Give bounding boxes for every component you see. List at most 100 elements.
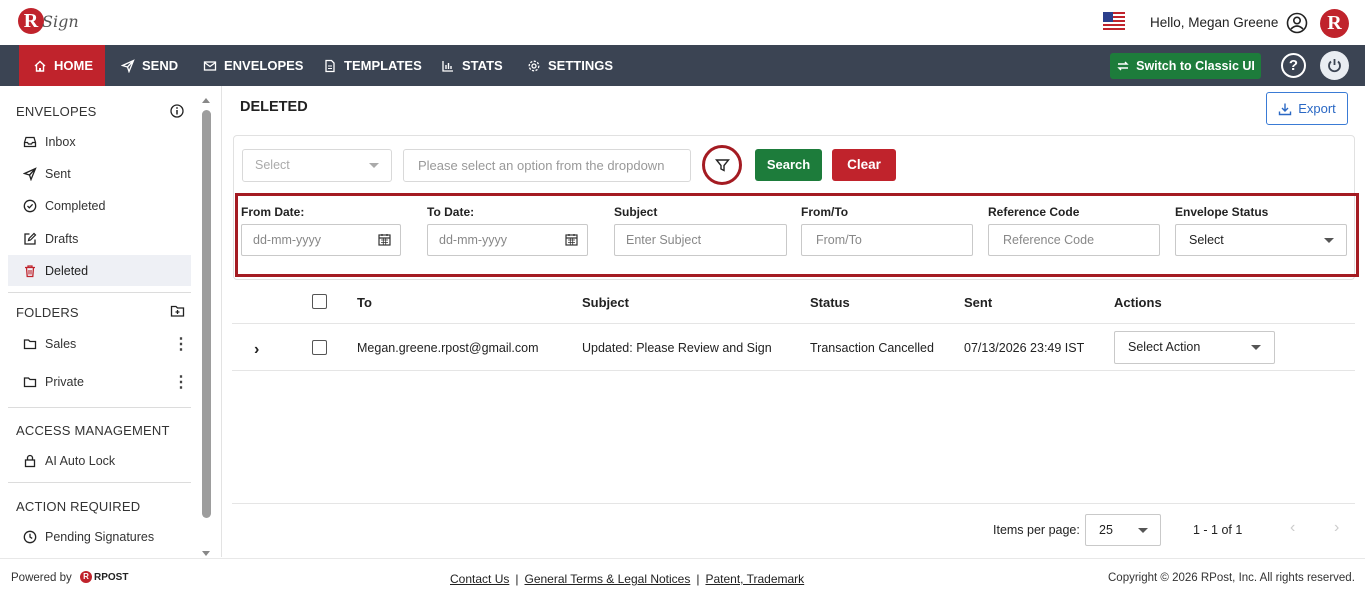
- help-icon[interactable]: ?: [1281, 53, 1306, 78]
- footer-links: Contact Us | General Terms & Legal Notices…: [450, 572, 804, 586]
- rpost-logo-mark: R: [80, 571, 92, 583]
- sidebar-scrollbar[interactable]: [202, 110, 211, 518]
- check-circle-icon: [23, 199, 37, 212]
- column-header-actions: Actions: [1114, 295, 1162, 310]
- scroll-up-icon[interactable]: [201, 96, 211, 104]
- inbox-icon: [23, 136, 37, 147]
- from-date-placeholder: dd-mm-yyyy: [253, 233, 322, 247]
- row-subject: Updated: Please Review and Sign: [582, 341, 772, 355]
- column-header-sent[interactable]: Sent: [964, 295, 992, 310]
- rpost-logo-text: RPOST: [94, 571, 129, 583]
- calendar-icon[interactable]: [565, 233, 578, 246]
- filter-toggle-button[interactable]: [702, 145, 742, 185]
- footer-separator: |: [696, 572, 700, 586]
- clear-button[interactable]: Clear: [832, 149, 896, 181]
- sidebar-item-completed[interactable]: Completed: [8, 190, 191, 221]
- nav-home-label: HOME: [54, 58, 93, 73]
- power-icon[interactable]: [1320, 51, 1349, 80]
- reference-code-placeholder: Reference Code: [1003, 233, 1095, 247]
- nav-envelopes[interactable]: ENVELOPES: [203, 45, 303, 86]
- from-to-field[interactable]: From/To: [801, 224, 973, 256]
- sidebar-item-deleted[interactable]: Deleted: [8, 255, 191, 286]
- column-header-status[interactable]: Status: [810, 295, 850, 310]
- terms-link[interactable]: General Terms & Legal Notices: [524, 572, 690, 586]
- search-input[interactable]: Please select an option from the dropdow…: [403, 149, 691, 182]
- chevron-down-icon: [1251, 345, 1261, 350]
- row-action-select[interactable]: Select Action: [1114, 331, 1275, 364]
- items-per-page-label: Items per page:: [993, 523, 1080, 537]
- envelope-status-value: Select: [1189, 233, 1224, 247]
- items-per-page-select[interactable]: 25: [1085, 514, 1161, 546]
- home-icon: [34, 60, 46, 72]
- envelope-status-label: Envelope Status: [1175, 205, 1269, 219]
- row-checkbox[interactable]: [312, 340, 327, 355]
- clock-icon: [23, 530, 37, 543]
- switch-classic-ui-button[interactable]: Switch to Classic UI: [1110, 53, 1261, 79]
- reference-code-field[interactable]: Reference Code: [988, 224, 1160, 256]
- download-icon: [1279, 103, 1292, 115]
- sidebar-action-title: ACTION REQUIRED: [16, 499, 141, 514]
- from-to-label: From/To: [801, 205, 849, 219]
- search-field-select[interactable]: Select: [242, 149, 392, 182]
- expand-row-chevron-icon[interactable]: ›: [254, 341, 259, 359]
- scroll-down-icon[interactable]: [201, 550, 211, 558]
- from-date-label: From Date:: [241, 205, 305, 219]
- from-date-field[interactable]: dd-mm-yyyy: [241, 224, 401, 256]
- brand-avatar[interactable]: R: [1320, 9, 1349, 38]
- pager-range: 1 - 1 of 1: [1193, 523, 1243, 537]
- pager-divider: [232, 503, 1355, 504]
- user-profile-icon[interactable]: [1286, 12, 1308, 34]
- previous-page-icon[interactable]: ‹: [1290, 519, 1295, 537]
- sidebar-item-sales[interactable]: Sales: [8, 328, 191, 359]
- nav-settings-label: SETTINGS: [548, 58, 614, 73]
- calendar-icon[interactable]: [378, 233, 391, 246]
- search-field-select-value: Select: [255, 158, 290, 172]
- uk-flag-icon[interactable]: [1103, 12, 1125, 32]
- nav-stats[interactable]: STATS: [441, 45, 503, 86]
- sidebar-item-pending-signatures[interactable]: Pending Signatures: [8, 521, 191, 552]
- powered-by-label: Powered by: [11, 572, 72, 584]
- sidebar-item-label: Drafts: [45, 231, 79, 246]
- nav-send[interactable]: SEND: [121, 45, 178, 86]
- sales-more-icon[interactable]: ⋮: [173, 334, 189, 354]
- send-icon: [121, 58, 135, 73]
- sidebar-item-label: Sent: [45, 166, 71, 181]
- envelope-status-select[interactable]: Select: [1175, 224, 1347, 256]
- next-page-icon[interactable]: ›: [1334, 519, 1339, 537]
- patent-trademark-link[interactable]: Patent, Trademark: [705, 572, 804, 586]
- search-button[interactable]: Search: [755, 149, 822, 181]
- nav-envelopes-label: ENVELOPES: [224, 58, 304, 73]
- nav-settings[interactable]: SETTINGS: [527, 45, 613, 86]
- row-sent: 07/13/2026 23:49 IST: [964, 341, 1085, 355]
- footer-separator: |: [515, 572, 519, 586]
- select-all-checkbox[interactable]: [312, 294, 327, 309]
- edit-icon: [24, 232, 37, 245]
- to-date-placeholder: dd-mm-yyyy: [439, 233, 508, 247]
- nav-templates-label: TEMPLATES: [344, 58, 422, 73]
- export-button[interactable]: Export: [1266, 92, 1348, 125]
- to-date-field[interactable]: dd-mm-yyyy: [427, 224, 588, 256]
- table-header-divider: [232, 323, 1355, 324]
- sidebar-item-drafts[interactable]: Drafts: [8, 223, 191, 254]
- column-header-to[interactable]: To: [357, 295, 372, 310]
- private-more-icon[interactable]: ⋮: [173, 372, 189, 392]
- export-label: Export: [1298, 101, 1336, 116]
- nav-home[interactable]: HOME: [19, 45, 105, 86]
- row-status: Transaction Cancelled: [810, 341, 934, 355]
- contact-us-link[interactable]: Contact Us: [450, 572, 509, 586]
- search-input-placeholder: Please select an option from the dropdow…: [418, 158, 665, 173]
- nav-templates[interactable]: TEMPLATES: [323, 45, 422, 86]
- footer: Powered by R RPOST Contact Us | General Te…: [0, 558, 1365, 596]
- sidebar-divider: [8, 292, 191, 293]
- column-header-subject[interactable]: Subject: [582, 295, 629, 310]
- stats-icon: [442, 60, 453, 72]
- sidebar-item-inbox[interactable]: Inbox: [8, 126, 191, 157]
- sidebar-item-ai-auto-lock[interactable]: AI Auto Lock: [8, 445, 191, 476]
- rsign-logo[interactable]: R Sign: [18, 6, 80, 40]
- add-folder-icon[interactable]: [170, 304, 185, 318]
- table-row-divider: [232, 370, 1355, 371]
- sidebar-item-sent[interactable]: Sent: [8, 158, 191, 189]
- sidebar-item-private[interactable]: Private: [8, 366, 191, 397]
- subject-field[interactable]: Enter Subject: [614, 224, 787, 256]
- info-icon[interactable]: [170, 104, 184, 118]
